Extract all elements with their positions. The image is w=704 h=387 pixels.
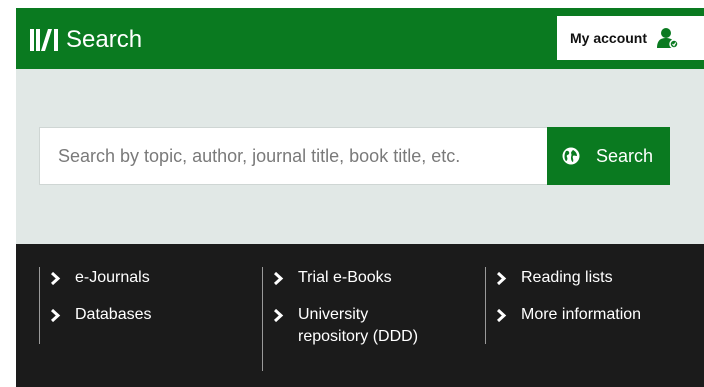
search-button[interactable]: Search (547, 127, 670, 185)
user-icon (657, 27, 679, 49)
link-trial-e-books[interactable]: Trial e-Books (273, 267, 472, 289)
links-column-1: e-Journals Databases (39, 267, 249, 344)
chevron-right-icon (50, 272, 61, 285)
link-university-repository[interactable]: University repository (DDD) (273, 304, 472, 348)
chevron-right-icon (496, 309, 507, 322)
links-column-3: Reading lists More information (485, 267, 695, 344)
my-account-button[interactable]: My account (557, 16, 704, 60)
uvi-logo-icon (30, 29, 58, 51)
link-e-journals[interactable]: e-Journals (50, 267, 249, 289)
link-label: University repository (DDD) (298, 306, 419, 345)
links-column-2: Trial e-Books University repository (DDD… (262, 267, 472, 371)
search-input[interactable] (39, 127, 547, 185)
logo[interactable]: Search (30, 28, 142, 52)
quick-links-footer: e-Journals Databases Trial e-Books Unive… (16, 244, 704, 387)
logo-text: Search (66, 26, 143, 53)
link-label: e-Journals (75, 269, 150, 286)
chevron-right-icon (496, 272, 507, 285)
search-button-label: Search (596, 145, 654, 166)
chevron-right-icon (50, 309, 61, 322)
link-databases[interactable]: Databases (50, 304, 249, 326)
top-margin (0, 0, 704, 8)
link-label: More information (521, 306, 642, 323)
my-account-label: My account (570, 30, 648, 46)
link-label: Reading lists (521, 269, 613, 286)
left-margin (0, 0, 16, 387)
globe-icon (562, 147, 580, 165)
link-reading-lists[interactable]: Reading lists (496, 267, 695, 289)
search-band: Search (16, 69, 704, 244)
link-more-information[interactable]: More information (496, 304, 695, 326)
link-label: Databases (75, 306, 152, 323)
site-header: Search My account (16, 8, 704, 69)
link-label: Trial e-Books (298, 269, 392, 286)
